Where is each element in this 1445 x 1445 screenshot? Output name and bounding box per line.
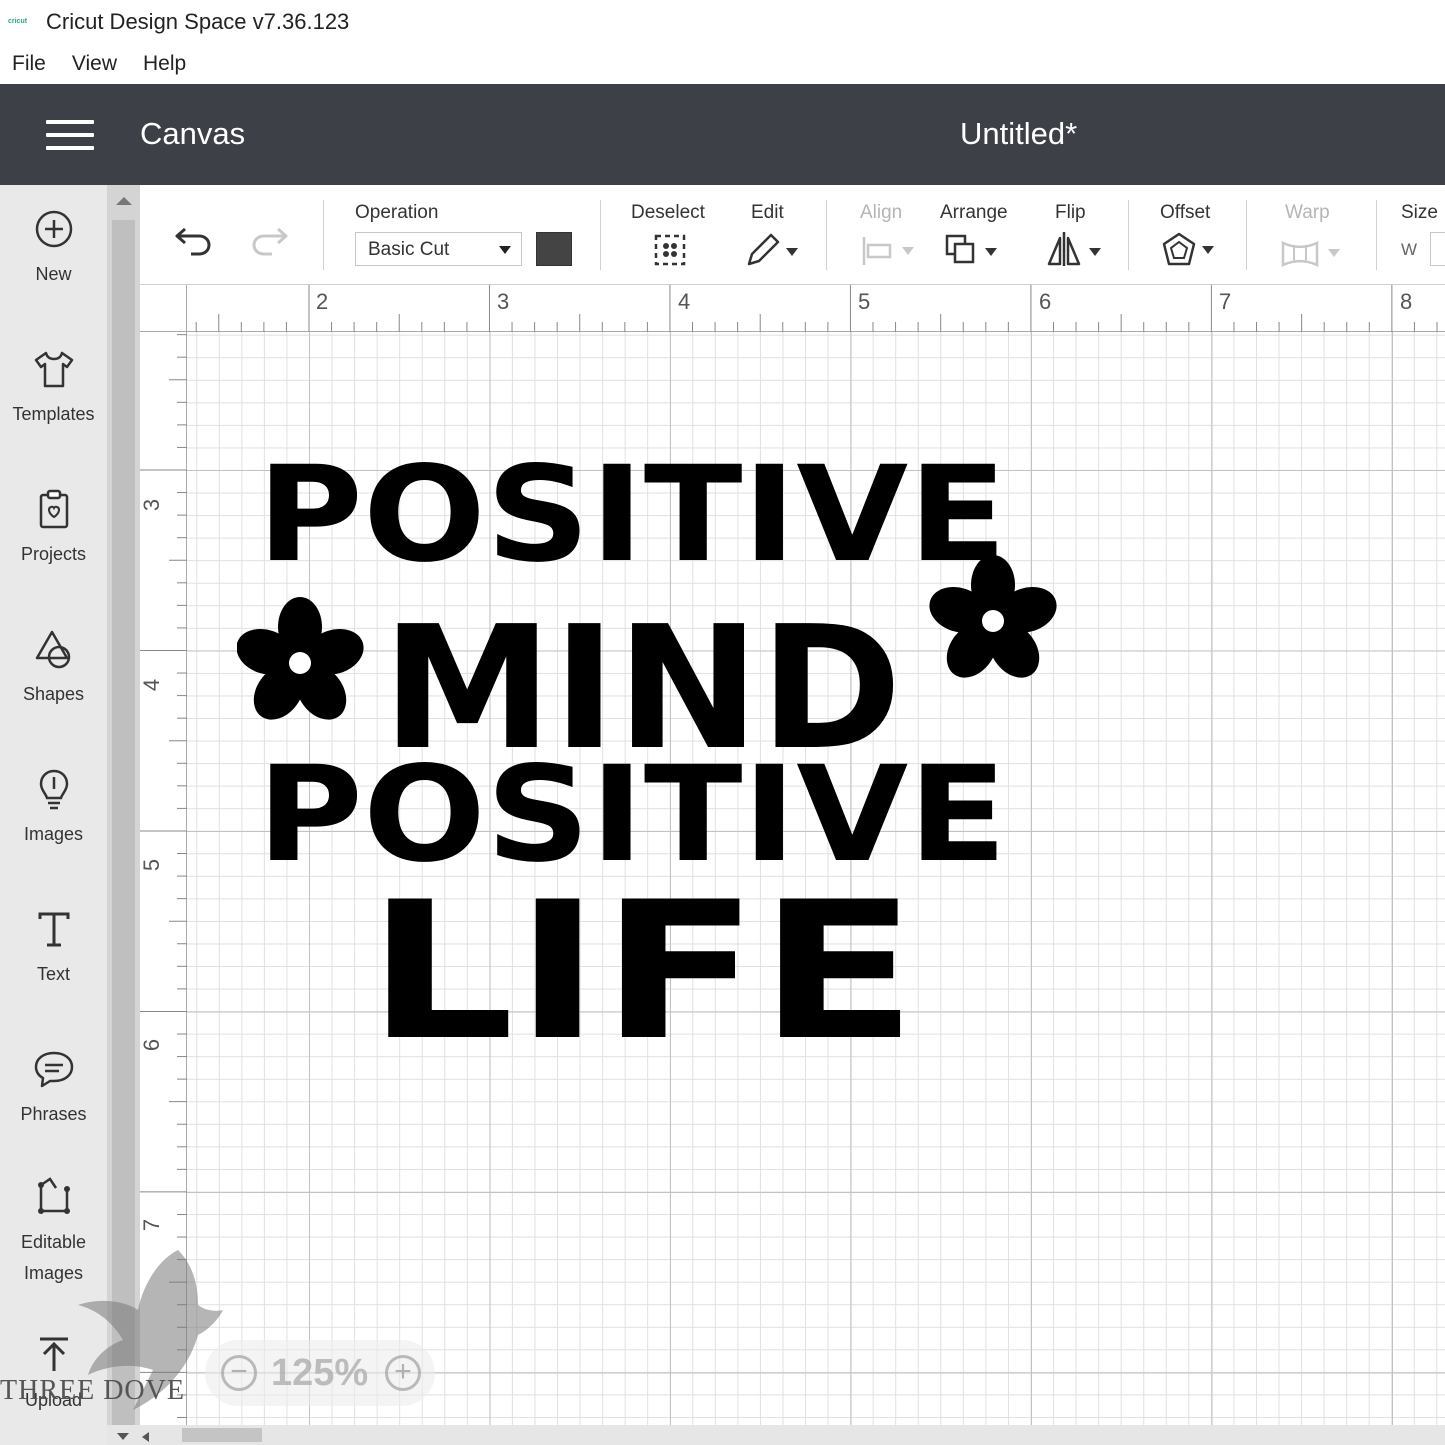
ruler-label: 6 bbox=[139, 1038, 165, 1052]
sidebar-item-projects[interactable]: Projects bbox=[0, 487, 107, 570]
ruler-label: 5 bbox=[139, 858, 165, 872]
size-width-label: W bbox=[1401, 240, 1418, 259]
sidebar-item-new[interactable]: New bbox=[0, 207, 107, 290]
toolbar-separator bbox=[1376, 200, 1377, 270]
flower-icon bbox=[237, 597, 364, 720]
menu-file[interactable]: File bbox=[12, 52, 46, 76]
zoom-in-button[interactable]: + bbox=[385, 1355, 421, 1391]
sidebar-item-phrases[interactable]: Phrases bbox=[0, 1047, 107, 1130]
flip-icon[interactable] bbox=[1045, 230, 1103, 268]
ruler-label: 6 bbox=[1039, 289, 1052, 314]
size-width-input[interactable] bbox=[1430, 232, 1445, 266]
shapes-icon bbox=[35, 630, 70, 669]
operation-color-swatch[interactable] bbox=[536, 232, 572, 266]
align-icon bbox=[862, 237, 914, 265]
ruler-label: 8 bbox=[1400, 289, 1413, 314]
ruler-label: 7 bbox=[1219, 289, 1232, 314]
warp-label: Warp bbox=[1285, 202, 1330, 223]
sidebar-item-text[interactable]: Text bbox=[0, 907, 107, 990]
ruler-label: 7 bbox=[139, 1218, 165, 1232]
sidebar-item-label: Projects bbox=[20, 544, 87, 564]
offset-label: Offset bbox=[1160, 202, 1211, 223]
app-header: Canvas Untitled* bbox=[0, 84, 1445, 185]
sidebar-item-images[interactable]: Images bbox=[0, 767, 107, 850]
warp-icon bbox=[1281, 241, 1340, 267]
text-t-icon bbox=[38, 912, 69, 947]
horizontal-scroll-thumb[interactable] bbox=[182, 1428, 262, 1442]
app-logo: cricut bbox=[8, 18, 28, 25]
toolbar-separator bbox=[1246, 200, 1247, 270]
toolbar-separator bbox=[323, 200, 324, 270]
deselect-label: Deselect bbox=[631, 202, 705, 223]
watermark-text: THREE DOVE bbox=[0, 1375, 185, 1406]
plus-circle-icon bbox=[35, 210, 72, 248]
sidebar-item-label: Text bbox=[36, 964, 70, 984]
ruler-label: 2 bbox=[316, 289, 329, 314]
window-titlebar: cricut Cricut Design Space v7.36.123 bbox=[0, 0, 1445, 44]
menu-help[interactable]: Help bbox=[143, 52, 186, 76]
top-ruler-ticks bbox=[195, 285, 1438, 332]
editable-image-icon bbox=[37, 1177, 70, 1214]
sidebar-item-templates[interactable]: Templates bbox=[0, 347, 107, 430]
sidebar-item-label: Images bbox=[23, 824, 84, 844]
flip-label: Flip bbox=[1055, 202, 1086, 223]
operation-label: Operation bbox=[355, 202, 439, 223]
ruler-label: 4 bbox=[678, 289, 691, 314]
chevron-down-icon bbox=[499, 246, 511, 254]
ruler-corner bbox=[140, 285, 187, 332]
window-title: Cricut Design Space v7.36.123 bbox=[46, 9, 350, 34]
edit-toolbar: Operation Basic Cut Deselect Edit Align … bbox=[140, 185, 1445, 285]
toolbar-separator bbox=[600, 200, 601, 270]
menubar: File View Help bbox=[0, 44, 1445, 84]
menu-view[interactable]: View bbox=[72, 52, 117, 76]
project-title[interactable]: Untitled* bbox=[960, 116, 1077, 152]
scroll-up-icon[interactable] bbox=[116, 197, 132, 205]
zoom-level: 125% bbox=[271, 1352, 369, 1394]
horizontal-scrollbar[interactable] bbox=[107, 1425, 1445, 1445]
lightbulb-icon bbox=[39, 769, 68, 810]
top-ruler: 2 2 3 4 5 6 7 8 bbox=[140, 285, 1445, 332]
scroll-arrow-icons[interactable] bbox=[115, 1430, 155, 1442]
design-artwork[interactable]: POSITIVE MIND POSITIVE LIFE bbox=[237, 425, 1067, 1055]
clipboard-icon bbox=[39, 489, 68, 529]
hamburger-menu-icon[interactable] bbox=[46, 120, 94, 150]
toolbar-separator bbox=[826, 200, 827, 270]
design-line-1: POSITIVE bbox=[257, 438, 1007, 592]
sidebar-item-label: Templates bbox=[12, 404, 95, 424]
arrange-icon[interactable] bbox=[943, 232, 1001, 268]
size-label: Size bbox=[1401, 202, 1438, 223]
ruler-label: 3 bbox=[497, 289, 510, 314]
sidebar-item-label: Shapes bbox=[22, 684, 85, 704]
ruler-label: 4 bbox=[139, 678, 165, 692]
operation-value: Basic Cut bbox=[368, 239, 450, 260]
edit-pencil-icon[interactable] bbox=[743, 232, 801, 268]
sidebar-item-label: Phrases bbox=[20, 1104, 87, 1124]
header-section-title: Canvas bbox=[140, 116, 246, 151]
deselect-icon[interactable] bbox=[652, 232, 688, 268]
ruler-label: 3 bbox=[139, 498, 165, 512]
speech-bubble-icon bbox=[34, 1051, 73, 1088]
sidebar-item-label: New bbox=[35, 264, 72, 284]
redo-icon[interactable] bbox=[248, 221, 290, 257]
operation-select[interactable]: Basic Cut bbox=[355, 232, 522, 266]
arrange-label: Arrange bbox=[940, 202, 1008, 223]
align-label: Align bbox=[860, 202, 903, 223]
toolbar-separator bbox=[1128, 200, 1129, 270]
offset-icon[interactable] bbox=[1160, 232, 1218, 268]
tshirt-icon bbox=[34, 351, 73, 388]
ruler-label: 5 bbox=[858, 289, 871, 314]
edit-label: Edit bbox=[751, 202, 784, 223]
sidebar-item-shapes[interactable]: Shapes bbox=[0, 627, 107, 710]
undo-icon[interactable] bbox=[173, 221, 215, 257]
design-line-4: LIFE bbox=[367, 861, 917, 1055]
